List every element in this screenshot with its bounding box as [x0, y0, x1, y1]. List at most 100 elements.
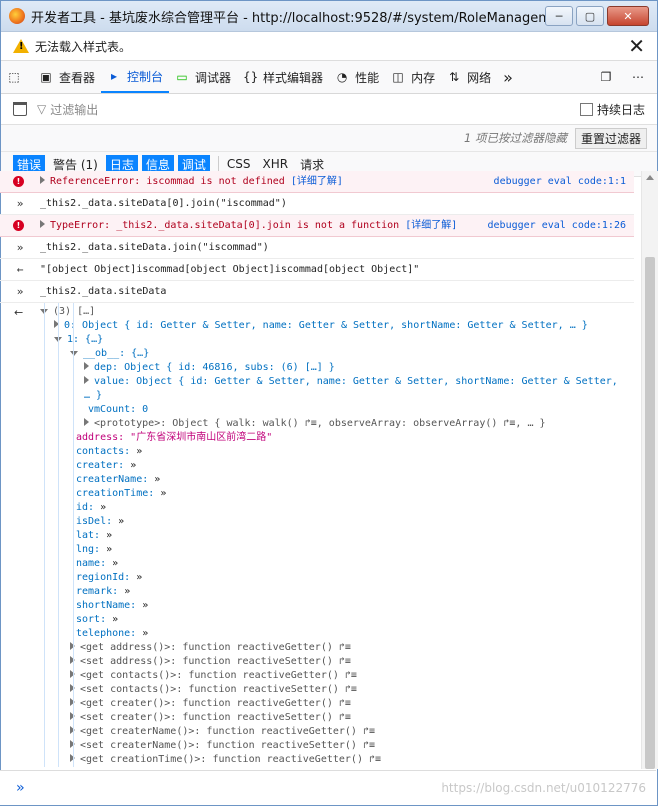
tree-node-label: regionId: — [76, 572, 131, 583]
console-input-row: » _this2._data.siteData — [0, 281, 634, 303]
dock-button[interactable]: ❐ — [593, 61, 625, 93]
tree-node-item0[interactable]: 0: Object { id: Getter & Setter, name: G… — [40, 319, 634, 333]
tree-node-label: <get creationTime()>: function reactiveG… — [80, 754, 382, 765]
result-arrow-icon: ← — [14, 306, 24, 319]
tree-node-prop[interactable]: lat: » — [40, 529, 634, 543]
tree-guide — [58, 303, 59, 767]
tree-node-accessor[interactable]: <get contacts()>: function reactiveGette… — [40, 669, 634, 683]
tree-node-accessor[interactable]: <set contacts()>: function reactiveSette… — [40, 683, 634, 697]
more-tabs-button[interactable]: » — [497, 61, 519, 93]
learn-more-link[interactable]: [详细了解] — [405, 220, 457, 231]
tree-node-accessor[interactable]: <get creater()>: function reactiveGetter… — [40, 697, 634, 711]
tree-node-label: <get address()>: function reactiveGetter… — [80, 642, 351, 653]
warning-icon: ! — [13, 39, 29, 53]
console-result-text: "[object Object]iscommad[object Object]i… — [40, 264, 420, 275]
persist-checkbox[interactable] — [579, 102, 593, 116]
tree-node-prop[interactable]: remark: » — [40, 585, 634, 599]
scroll-thumb[interactable] — [645, 257, 655, 769]
reset-filters-button[interactable]: 重置过滤器 — [574, 127, 647, 149]
console-input-row: » _this2._data.siteData[0].join("iscomma… — [0, 193, 634, 215]
tab-label: 性能 — [355, 70, 380, 85]
console-result-row: ← "[object Object]iscommad[object Object… — [0, 259, 634, 281]
tree-node-label: <set createrName()>: function reactiveSe… — [80, 740, 376, 751]
tree-node-accessor[interactable]: <set address()>: function reactiveSetter… — [40, 655, 634, 669]
tree-node-prop[interactable]: creationTime: » — [40, 487, 634, 501]
learn-more-link[interactable]: [详细了解] — [291, 176, 343, 187]
tree-node-item1[interactable]: 1: {…} — [40, 333, 634, 347]
expand-arrow-icon[interactable] — [40, 176, 45, 184]
tree-node-label: vmCount: 0 — [88, 404, 149, 415]
console-output: ! ReferenceError: iscommad is not define… — [0, 171, 634, 769]
tree-node-accessor[interactable]: <set createrName()>: function reactiveSe… — [40, 739, 634, 753]
pick-element-button[interactable]: ⬚ — [1, 61, 33, 93]
getter-icon: » — [106, 530, 113, 541]
input-chevron-icon: » — [16, 241, 24, 254]
memory-icon: ◫ — [392, 70, 404, 84]
options-button[interactable]: ⋯ — [625, 61, 657, 93]
minimize-button[interactable]: ─ — [545, 6, 573, 26]
tree-node-accessor[interactable]: <get createrName()>: function reactiveGe… — [40, 725, 634, 739]
tree-node-prop[interactable]: id: » — [40, 501, 634, 515]
tab-network[interactable]: ⇅ 网络 — [441, 61, 497, 93]
tree-node-prop[interactable]: sort: » — [40, 613, 634, 627]
error-source-link[interactable]: debugger eval code:1:1 — [494, 171, 626, 192]
filter-icon: ▽ — [37, 102, 47, 116]
filter-input[interactable]: ▽ 过滤输出 — [37, 101, 580, 118]
tab-debugger[interactable]: ▭ 调试器 — [169, 61, 237, 93]
tree-node-ob[interactable]: __ob__: {…} — [40, 347, 634, 361]
tree-node-prop[interactable]: creater: » — [40, 459, 634, 473]
tree-node-root[interactable]: (3) […] — [40, 305, 634, 319]
getter-icon: » — [118, 516, 125, 527]
console-input-text: _this2._data.siteData — [40, 286, 167, 297]
tree-node-dep[interactable]: dep: Object { id: 46816, subs: (6) […] } — [40, 361, 634, 375]
tree-node-accessor[interactable]: <set creater()>: function reactiveSetter… — [40, 711, 634, 725]
trash-icon[interactable] — [13, 102, 27, 116]
firefox-logo-icon — [9, 8, 25, 24]
tree-node-prop[interactable]: createrName: » — [40, 473, 634, 487]
tab-style-editor[interactable]: {} 样式编辑器 — [237, 61, 329, 93]
tree-node-value-cont: … } — [40, 389, 634, 403]
tab-label: 网络 — [467, 70, 492, 85]
getter-icon: » — [130, 460, 137, 471]
tree-node-label: name: — [76, 558, 107, 569]
console-icon: ▸ — [111, 69, 118, 83]
getter-icon: » — [142, 628, 149, 639]
filter-xhr[interactable]: XHR — [259, 156, 293, 172]
expand-arrow-icon — [84, 418, 89, 426]
console-input[interactable]: » https://blog.csdn.net/u010122776 — [0, 770, 656, 805]
getter-icon: » — [142, 600, 149, 611]
tab-inspector[interactable]: ▣ 查看器 — [33, 61, 101, 93]
tab-memory[interactable]: ◫ 内存 — [385, 61, 441, 93]
tree-node-prototype[interactable]: <prototype>: Object { walk: walk() ↱≡, o… — [40, 417, 634, 431]
watermark-text: https://blog.csdn.net/u010122776 — [441, 781, 646, 795]
tree-node-label: creater: — [76, 460, 125, 471]
tree-node-label: <get createrName()>: function reactiveGe… — [80, 726, 376, 737]
tree-node-prop[interactable]: shortName: » — [40, 599, 634, 613]
tree-node-accessor[interactable]: <get creationTime()>: function reactiveG… — [40, 753, 634, 767]
filter-css[interactable]: CSS — [217, 156, 255, 172]
scroll-up-icon[interactable] — [646, 175, 654, 180]
close-notice-icon[interactable]: ✕ — [628, 36, 645, 56]
expand-arrow-icon[interactable] — [40, 220, 45, 228]
tree-node-label: __ob__: {…} — [83, 348, 150, 359]
tree-node-value[interactable]: value: Object { id: Getter & Setter, nam… — [40, 375, 634, 389]
tab-console[interactable]: ▸ 控制台 — [101, 61, 170, 93]
close-window-button[interactable]: ✕ — [607, 6, 649, 26]
console-scrollbar[interactable] — [641, 171, 658, 769]
tree-node-label: <set contacts()>: function reactiveSette… — [80, 684, 357, 695]
getter-icon: » — [154, 474, 161, 485]
tree-node-prop[interactable]: contacts: » — [40, 445, 634, 459]
tree-node-label: <get creater()>: function reactiveGetter… — [80, 698, 351, 709]
tree-node-prop[interactable]: isDel: » — [40, 515, 634, 529]
tree-node-prop[interactable]: lng: » — [40, 543, 634, 557]
tree-node-prop[interactable]: name: » — [40, 557, 634, 571]
error-source-link[interactable]: debugger eval code:1:26 — [488, 215, 626, 236]
tab-label: 调试器 — [195, 70, 232, 85]
maximize-button[interactable]: ▢ — [576, 6, 604, 26]
tree-node-accessor[interactable]: <get address()>: function reactiveGetter… — [40, 641, 634, 655]
tree-node-label: isDel: — [76, 516, 113, 527]
persist-logs-toggle[interactable]: 持续日志 — [579, 101, 645, 118]
tree-node-prop[interactable]: regionId: » — [40, 571, 634, 585]
tab-performance[interactable]: ◔ 性能 — [329, 61, 385, 93]
tree-node-prop[interactable]: telephone: » — [40, 627, 634, 641]
